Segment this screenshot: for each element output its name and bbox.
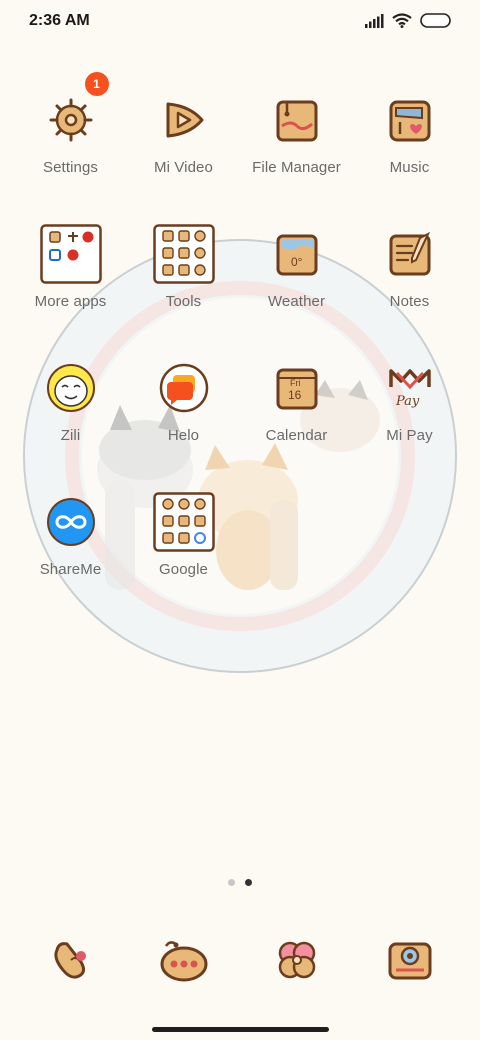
notification-badge: 1: [84, 72, 109, 96]
app-label: Mi Video: [154, 159, 213, 176]
wifi-icon: [392, 13, 412, 28]
mi-pay-icon: Pay: [378, 356, 442, 420]
app-label: More apps: [34, 293, 107, 310]
app-mi-pay[interactable]: Pay Mi Pay: [353, 356, 466, 444]
app-more-apps-folder[interactable]: More apps: [14, 222, 127, 310]
page-indicator: [0, 879, 480, 886]
folder-tools-icon: [152, 222, 216, 286]
folder-more-apps-icon: [39, 222, 103, 286]
helo-icon: [152, 356, 216, 420]
messages-icon: [152, 928, 216, 992]
app-tools-folder[interactable]: Tools: [127, 222, 240, 310]
phone-icon: [39, 928, 103, 992]
page-dot: [228, 879, 235, 886]
shareme-icon: [39, 490, 103, 554]
app-label: Mi Pay: [386, 427, 433, 444]
calendar-day: Fri: [290, 378, 301, 388]
app-music[interactable]: Music: [353, 88, 466, 176]
dock-browser[interactable]: [240, 928, 353, 992]
app-label: Google: [159, 561, 208, 578]
camera-icon: [378, 928, 442, 992]
zili-icon: [39, 356, 103, 420]
app-label: ShareMe: [39, 561, 102, 578]
app-label: Weather: [267, 293, 326, 310]
status-bar: 2:36 AM: [0, 0, 480, 44]
signal-icon: [365, 13, 384, 28]
music-icon: [378, 88, 442, 152]
app-label: Zili: [60, 427, 81, 444]
dock-camera[interactable]: [353, 928, 466, 992]
page-dot-active: [245, 879, 252, 886]
dock-messages[interactable]: [127, 928, 240, 992]
app-label: Helo: [167, 427, 200, 444]
app-zili[interactable]: Zili: [14, 356, 127, 444]
status-time: 2:36 AM: [29, 12, 90, 29]
home-indicator[interactable]: [152, 1027, 329, 1032]
app-notes[interactable]: Notes: [353, 222, 466, 310]
app-label: Tools: [165, 293, 202, 310]
app-label: File Manager: [252, 159, 341, 176]
app-google-folder[interactable]: Google: [127, 490, 240, 578]
battery-icon: [420, 13, 451, 28]
app-calendar[interactable]: Fri 16 Calendar: [240, 356, 353, 444]
dock-phone[interactable]: [14, 928, 127, 992]
app-label: Notes: [389, 293, 430, 310]
notes-icon: [378, 222, 442, 286]
weather-icon: 0°: [265, 222, 329, 286]
folder-google-icon: [152, 490, 216, 554]
app-label: Music: [389, 159, 430, 176]
app-shareme[interactable]: ShareMe: [14, 490, 127, 578]
calendar-date: 16: [288, 388, 302, 402]
steering-wheel-icon: 1: [39, 72, 109, 152]
browser-icon: [265, 928, 329, 992]
play-icon: [152, 88, 216, 152]
app-mi-video[interactable]: Mi Video: [127, 88, 240, 176]
status-icons: [364, 13, 452, 28]
weather-temp: 0°: [291, 255, 303, 269]
app-helo[interactable]: Helo: [127, 356, 240, 444]
app-label: Calendar: [265, 427, 328, 444]
app-file-manager[interactable]: File Manager: [240, 88, 353, 176]
calendar-icon: Fri 16: [265, 356, 329, 420]
app-weather[interactable]: 0° Weather: [240, 222, 353, 310]
mi-pay-text: Pay: [395, 394, 420, 409]
folder-icon: [265, 88, 329, 152]
dock: [0, 928, 480, 988]
app-label: Settings: [43, 159, 98, 176]
app-settings[interactable]: 1 Settings: [14, 72, 127, 176]
